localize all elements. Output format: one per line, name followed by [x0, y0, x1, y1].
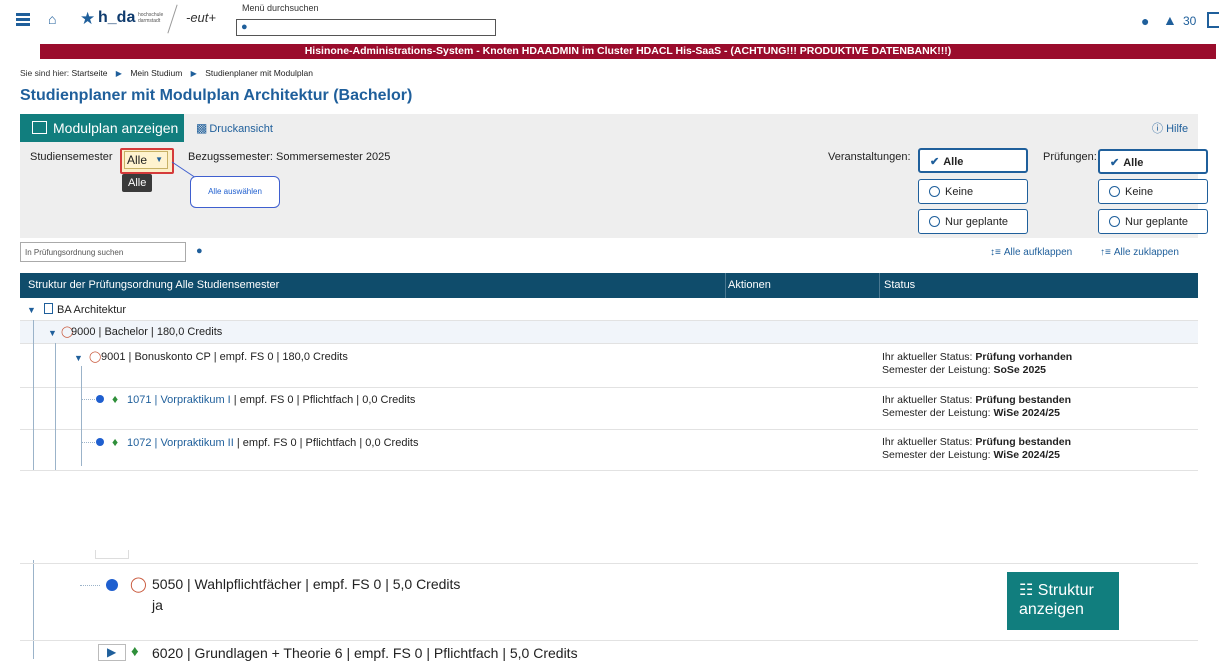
- search-icon: ●: [241, 21, 248, 33]
- row-label: 9000 | Bachelor | 180,0 Credits: [71, 326, 223, 338]
- studiensemester-label: Studiensemester: [30, 151, 113, 163]
- row-label: 9001 | Bonuskonto CP | empf. FS 0 | 180,…: [101, 351, 348, 363]
- header-status: Status: [884, 279, 916, 291]
- search-icon[interactable]: ●: [196, 245, 203, 257]
- star-icon[interactable]: ★: [80, 9, 95, 29]
- header-aktionen: Aktionen: [728, 279, 771, 291]
- veranstaltungen-keine[interactable]: Keine: [918, 179, 1028, 204]
- notification-count[interactable]: 30: [1183, 14, 1196, 28]
- row-label: 1072 | Vorpraktikum II | empf. FS 0 | Pf…: [127, 437, 419, 449]
- table-row: [20, 298, 1198, 321]
- pruefungen-alle[interactable]: ✔ Alle: [1098, 149, 1208, 174]
- info-icon: ⓘ: [1152, 123, 1163, 135]
- bezugssemester-text: Bezugssemester: Sommersemester 2025: [188, 151, 391, 163]
- hda-logo[interactable]: h_da: [98, 9, 135, 27]
- row-label: 5050 | Wahlpflichtfächer | empf. FS 0 | …: [152, 576, 461, 592]
- breadcrumb-startseite[interactable]: Startseite: [72, 68, 108, 78]
- menu-search-input[interactable]: ●: [236, 19, 496, 36]
- expand-toggle[interactable]: ▼: [27, 304, 36, 316]
- document-icon: [44, 303, 53, 314]
- tag-icon: ◯: [89, 351, 102, 363]
- module-link-1071[interactable]: 1071 | Vorpraktikum I: [127, 394, 231, 406]
- veranstaltungen-nur-geplante[interactable]: Nur geplante: [918, 209, 1028, 234]
- triangle-down-icon: ▼: [27, 305, 36, 315]
- page-title: Studienplaner mit Modulplan Architektur …: [20, 87, 413, 104]
- table-icon: [32, 121, 47, 134]
- chevron-right-icon: ▶: [190, 69, 197, 78]
- veranstaltungen-alle[interactable]: ✔ Alle: [918, 148, 1028, 173]
- radio-icon: [929, 216, 940, 227]
- chevron-right-icon: ▶: [107, 645, 117, 659]
- expand-toggle[interactable]: ▼: [74, 352, 83, 364]
- module-icon: ♦: [112, 435, 119, 449]
- radio-icon: [1109, 216, 1120, 227]
- check-circle-icon: ✔: [1110, 157, 1120, 169]
- pruefungen-keine[interactable]: Keine: [1098, 179, 1208, 204]
- druckansicht-link[interactable]: ▩ Druckansicht: [196, 121, 273, 135]
- home-icon[interactable]: ⌂: [48, 11, 56, 27]
- breadcrumb-prefix: Sie sind hier:: [20, 68, 70, 78]
- table-header: Struktur der Prüfungsordnung Alle Studie…: [20, 273, 1198, 298]
- status-cell: Ihr aktueller Status: Prüfung bestanden …: [882, 394, 1072, 419]
- row-label: BA Architektur: [57, 304, 127, 316]
- hda-logo-sub: hochschule darmstadt: [138, 12, 164, 24]
- expand-toggle[interactable]: ▼: [48, 327, 57, 339]
- expand-all-link[interactable]: ↕≡ Alle aufklappen: [990, 247, 1072, 258]
- bell-icon[interactable]: ▲: [1163, 12, 1177, 28]
- expand-icon: ↕≡: [990, 247, 1001, 258]
- hilfe-link[interactable]: ⓘ Hilfe: [1152, 120, 1188, 136]
- status-cell: Ihr aktueller Status: Prüfung bestanden …: [882, 436, 1072, 461]
- callout-alle-auswaehlen: Alle auswählen: [190, 176, 280, 208]
- status-cell: Ihr aktueller Status: Prüfung vorhanden …: [882, 351, 1073, 376]
- module-link-1072[interactable]: 1072 | Vorpraktikum II: [127, 437, 234, 449]
- pruefungsordnung-search-input[interactable]: In Prüfungsordnung suchen: [20, 242, 186, 262]
- modulplan-tab[interactable]: Modulplan anzeigen: [20, 114, 184, 142]
- module-icon: ♦: [131, 643, 139, 660]
- expand-toggle[interactable]: ▶: [98, 644, 126, 661]
- bullet-icon: [96, 395, 104, 403]
- printer-icon: ▩: [196, 121, 208, 135]
- system-banner: Hisinone-Administrations-System - Knoten…: [40, 44, 1216, 59]
- radio-icon: [1109, 186, 1120, 197]
- collapse-icon: ↑≡: [1100, 247, 1111, 258]
- sitemap-icon: ☷: [1019, 582, 1034, 599]
- tooltip: Alle: [122, 174, 153, 192]
- collapse-all-link[interactable]: ↑≡ Alle zuklappen: [1100, 247, 1179, 258]
- bullet-icon: [96, 438, 104, 446]
- breadcrumb: Sie sind hier: Startseite ▶ Mein Studium…: [20, 68, 313, 78]
- bullet-icon: [106, 579, 118, 591]
- header-struktur: Struktur der Prüfungsordnung Alle Studie…: [28, 279, 280, 291]
- user-icon[interactable]: ●: [1141, 13, 1149, 29]
- veranstaltungen-label: Veranstaltungen:: [828, 151, 911, 163]
- breadcrumb-studienplaner[interactable]: Studienplaner mit Modulplan: [205, 68, 313, 78]
- studiensemester-select[interactable]: Alle ▼: [124, 151, 168, 169]
- menu-search-label: Menü durchsuchen: [242, 3, 319, 13]
- eut-logo: -eut+: [186, 10, 216, 25]
- check-circle-icon: ✔: [930, 156, 940, 168]
- pruefungen-label: Prüfungen:: [1043, 151, 1097, 163]
- module-icon: ♦: [112, 392, 119, 406]
- radio-icon: [929, 186, 940, 197]
- triangle-down-icon: ▼: [48, 328, 57, 338]
- row-sub-label: ja: [152, 597, 163, 613]
- tag-icon: ◯: [130, 576, 147, 593]
- struktur-anzeigen-button[interactable]: ☷ Struktur anzeigen: [1007, 572, 1119, 630]
- breadcrumb-mein-studium[interactable]: Mein Studium: [130, 68, 182, 78]
- triangle-down-icon: ▼: [74, 353, 83, 363]
- row-label: 1071 | Vorpraktikum I | empf. FS 0 | Pfl…: [127, 394, 416, 406]
- chevron-right-icon: ▶: [115, 69, 122, 78]
- logout-icon[interactable]: [1207, 12, 1219, 28]
- menu-icon[interactable]: [16, 13, 30, 26]
- chevron-down-icon: ▼: [155, 155, 163, 164]
- pruefungen-nur-geplante[interactable]: Nur geplante: [1098, 209, 1208, 234]
